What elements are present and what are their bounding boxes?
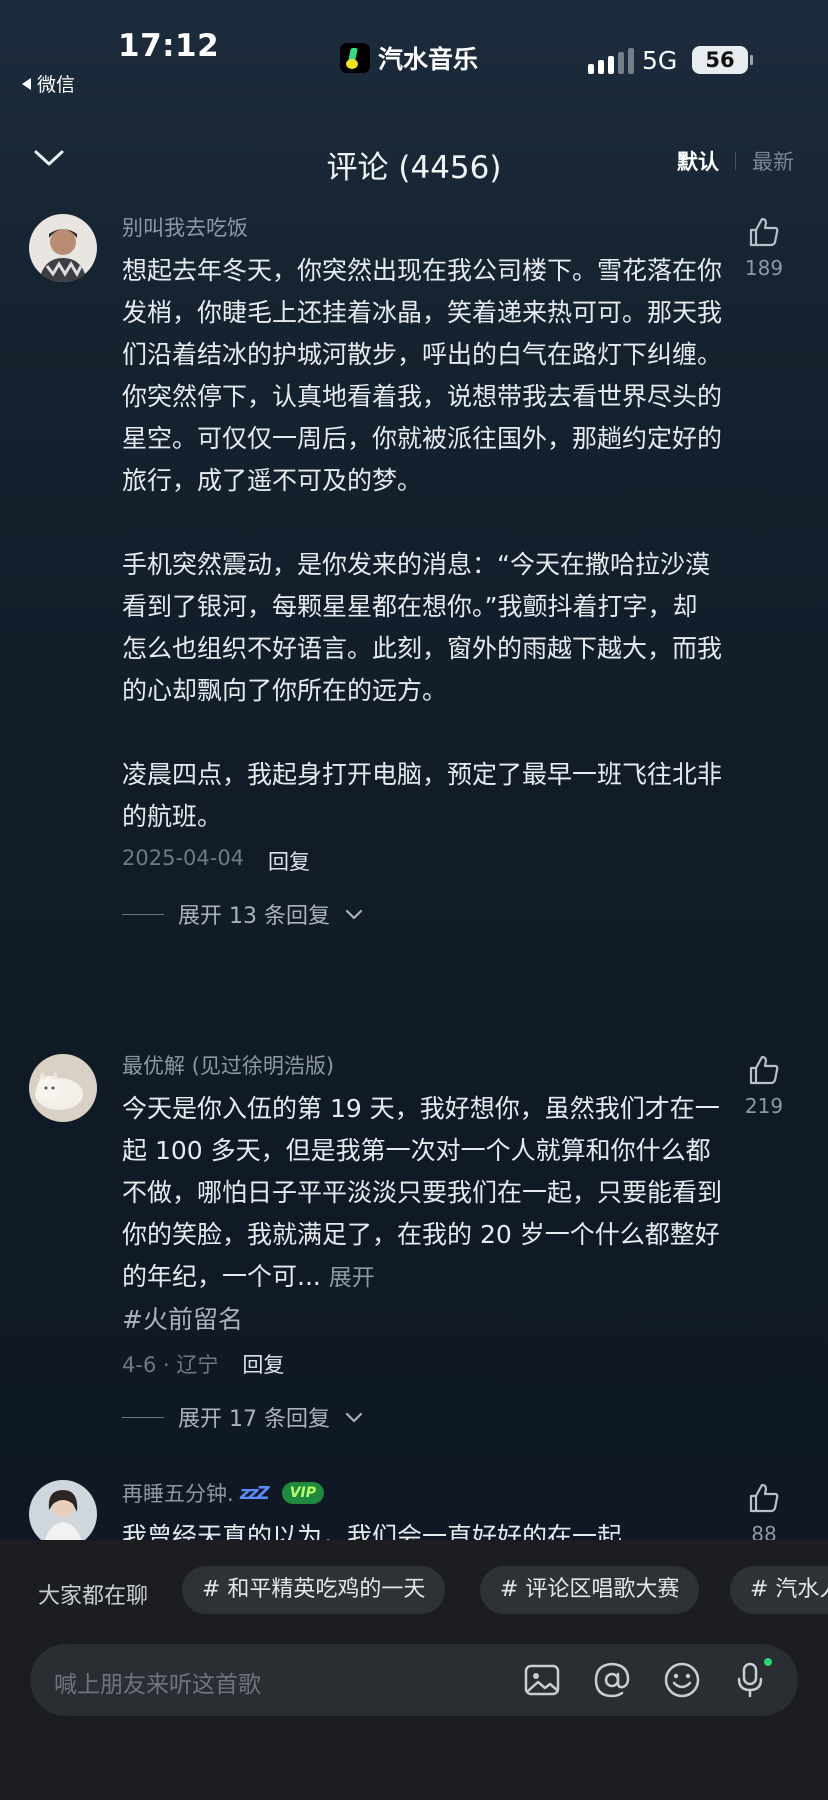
thumbs-up-icon — [749, 1483, 779, 1513]
expand-replies-button[interactable]: 展开 17 条回复 — [122, 1401, 722, 1433]
comments-header: 评论 (4456) 默认 最新 — [0, 130, 828, 190]
user-avatar-image — [29, 1054, 97, 1122]
comment-date-location: 4-6 · 辽宁 — [122, 1353, 219, 1377]
comment-date: 2025-04-04 — [122, 846, 245, 870]
voice-button[interactable] — [728, 1658, 772, 1702]
comment-body: 别叫我去吃饭 想起去年冬天，你突然出现在我公司楼下。雪花落在你发梢，你睫毛上还挂… — [122, 212, 722, 930]
vip-badge: VIP — [281, 1482, 325, 1504]
comment-input[interactable]: 喊上朋友来听这首歌 — [30, 1644, 798, 1716]
back-triangle-icon — [22, 77, 31, 90]
reply-button[interactable]: 回复 — [268, 846, 310, 876]
comment-text[interactable]: 我曾经天真的以为，我们会一直好好的在一起 — [122, 1516, 722, 1540]
avatar[interactable] — [29, 214, 97, 282]
comment-body: 再睡五分钟. zzZ VIP 我曾经天真的以为，我们会一直好好的在一起 — [122, 1478, 722, 1540]
at-sign-icon — [594, 1662, 630, 1698]
comment-text-content: 今天是你入伍的第 19 天，我好想你，虽然我们才在一起 100 多天，但是我第一… — [122, 1094, 723, 1291]
comment-username-text: 再睡五分钟. — [122, 1482, 234, 1506]
like-count: 189 — [744, 256, 784, 280]
comment-meta: 4-6 · 辽宁 回复 — [122, 1349, 722, 1379]
sort-divider — [735, 152, 736, 170]
back-app-label: 微信 — [37, 74, 76, 96]
comment-username[interactable]: 最优解 (见过徐明浩版) — [122, 1050, 722, 1080]
expand-divider — [122, 913, 164, 915]
status-time: 17:12 — [118, 28, 220, 64]
sort-switch: 默认 最新 — [677, 146, 794, 176]
comment-body: 最优解 (见过徐明浩版) 今天是你入伍的第 19 天，我好想你，虽然我们才在一起… — [122, 1050, 722, 1433]
like-count: 219 — [744, 1094, 784, 1118]
chevron-down-icon — [345, 909, 363, 920]
sort-default-tab[interactable]: 默认 — [677, 146, 719, 176]
comment-username[interactable]: 别叫我去吃饭 — [122, 212, 722, 242]
avatar[interactable] — [29, 1054, 97, 1122]
signal-icon — [588, 48, 634, 74]
like-count: 88 — [751, 1522, 777, 1540]
app-badge: 汽水音乐 — [340, 40, 478, 76]
app-logo-icon — [340, 43, 370, 73]
like-button[interactable]: 189 — [734, 216, 794, 280]
back-to-app-button[interactable]: 微信 — [22, 70, 75, 97]
user-avatar-image — [29, 1480, 97, 1540]
reply-button[interactable]: 回复 — [242, 1349, 284, 1379]
comments-screen: 17:12 微信 汽水音乐 5G 56 评论 (4456) 默认 最新 别叫我去… — [0, 0, 828, 1800]
comment-text[interactable]: 今天是你入伍的第 19 天，我好想你，虽然我们才在一起 100 多天，但是我第一… — [122, 1088, 722, 1299]
image-icon — [524, 1664, 560, 1696]
status-bar: 17:12 微信 汽水音乐 5G 56 — [0, 0, 828, 100]
comment-username[interactable]: 再睡五分钟. zzZ VIP — [122, 1478, 722, 1508]
topic-chip[interactable]: # 和平精英吃鸡的一天 — [182, 1566, 446, 1614]
trending-topics: 大家都在聊 # 和平精英吃鸡的一天 # 评论区唱歌大赛 # 汽水人 — [0, 1566, 828, 1614]
comment-item: 再睡五分钟. zzZ VIP 我曾经天真的以为，我们会一直好好的在一起 88 — [0, 1478, 828, 1540]
expand-text-link[interactable]: 展开 — [329, 1265, 375, 1291]
expand-divider — [122, 1416, 164, 1418]
comment-meta: 2025-04-04 回复 — [122, 846, 722, 876]
sort-newest-tab[interactable]: 最新 — [752, 146, 794, 176]
expand-replies-label: 展开 13 条回复 — [178, 904, 330, 929]
topic-chip[interactable]: # 汽水人 — [730, 1566, 828, 1614]
chevron-down-icon — [345, 1412, 363, 1423]
thumbs-up-icon — [749, 1055, 779, 1085]
emoji-icon — [664, 1662, 700, 1698]
app-name: 汽水音乐 — [378, 45, 479, 74]
image-button[interactable] — [520, 1658, 564, 1702]
topic-chip[interactable]: # 评论区唱歌大赛 — [480, 1566, 700, 1614]
user-avatar-image — [29, 214, 97, 282]
thumbs-up-icon — [749, 217, 779, 247]
like-button[interactable]: 219 — [734, 1054, 794, 1118]
expand-replies-label: 展开 17 条回复 — [178, 1407, 330, 1432]
hashtag-link[interactable]: #火前留名 — [122, 1299, 722, 1341]
network-type: 5G — [642, 46, 678, 75]
online-dot-icon — [764, 1658, 772, 1666]
bottom-panel: 大家都在聊 # 和平精英吃鸡的一天 # 评论区唱歌大赛 # 汽水人 喊上朋友来听… — [0, 1540, 828, 1800]
mention-button[interactable] — [590, 1658, 634, 1702]
topics-label: 大家都在聊 — [38, 1584, 149, 1609]
emoji-button[interactable] — [660, 1658, 704, 1702]
like-button[interactable]: 88 — [734, 1482, 794, 1540]
expand-replies-button[interactable]: 展开 13 条回复 — [122, 898, 722, 930]
avatar[interactable] — [29, 1480, 97, 1540]
comment-text[interactable]: 想起去年冬天，你突然出现在我公司楼下。雪花落在你发梢，你睫毛上还挂着冰晶，笑着递… — [122, 250, 722, 838]
sleep-emoji: zzZ — [239, 1482, 270, 1504]
battery-indicator: 56 — [692, 46, 753, 74]
comment-input-placeholder: 喊上朋友来听这首歌 — [54, 1672, 261, 1698]
